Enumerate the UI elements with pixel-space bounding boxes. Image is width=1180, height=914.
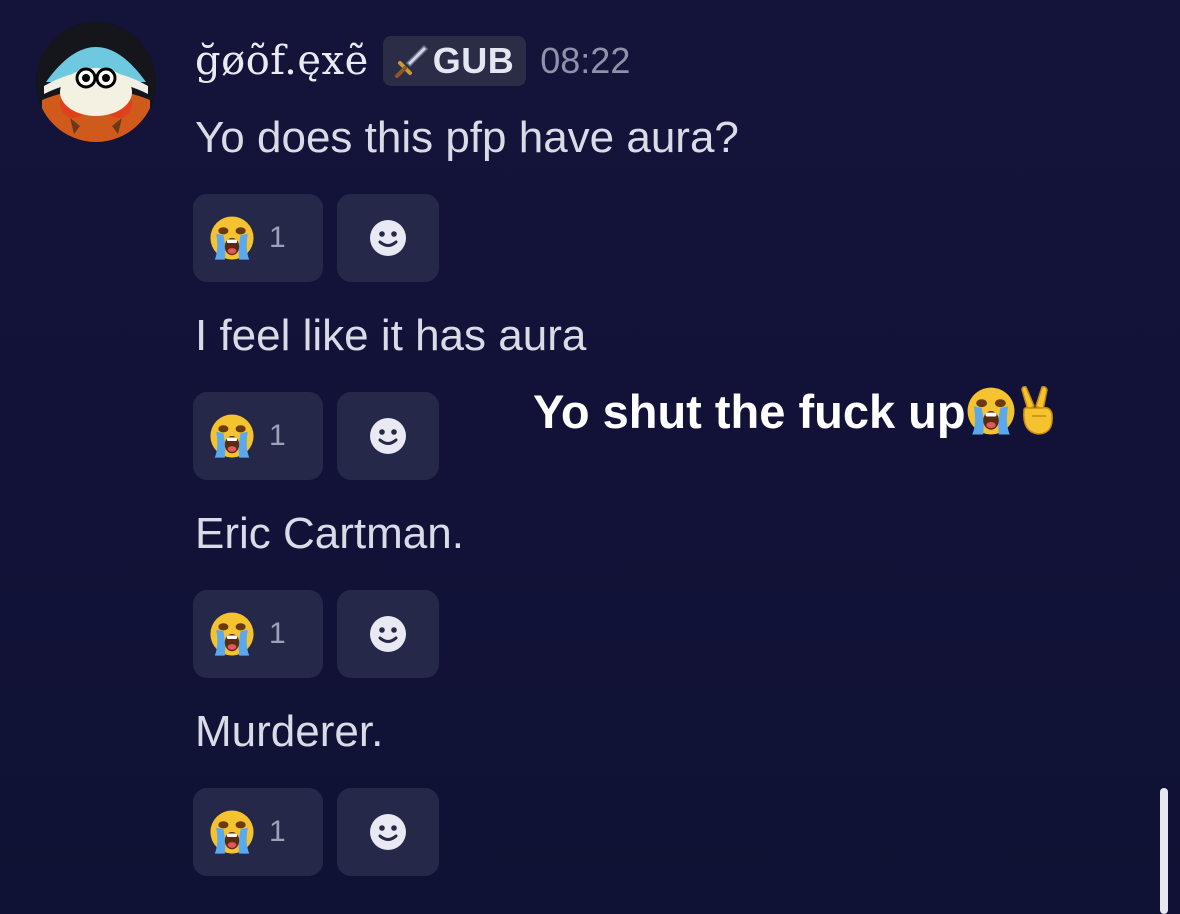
reaction-cry[interactable]: 1 <box>193 590 323 678</box>
timestamp: 08:22 <box>540 40 631 81</box>
smiley-icon <box>368 812 408 852</box>
loudly-crying-face-icon <box>209 413 255 459</box>
reaction-bar-4: 1 <box>193 788 439 876</box>
cartman-avatar-image <box>36 22 156 142</box>
guild-tag-label: GUB <box>432 40 515 81</box>
reaction-count: 1 <box>269 221 286 254</box>
loudly-crying-face-icon <box>209 809 255 855</box>
reaction-bar-1: 1 <box>193 194 439 282</box>
message-line-1: Yo does this pfp have aura? <box>195 113 739 162</box>
reaction-bar-2: 1 <box>193 392 439 480</box>
reaction-count: 1 <box>269 419 286 452</box>
reaction-cry[interactable]: 1 <box>193 392 323 480</box>
scrollbar[interactable] <box>1160 788 1168 914</box>
reaction-cry[interactable]: 1 <box>193 194 323 282</box>
reaction-count: 1 <box>269 617 286 650</box>
smiley-icon <box>368 614 408 654</box>
add-reaction-button[interactable] <box>337 392 439 480</box>
smiley-icon <box>368 416 408 456</box>
overlay-caption: Yo shut the fuck up <box>533 386 1060 436</box>
message-line-4: Murderer. <box>195 707 384 756</box>
add-reaction-button[interactable] <box>337 788 439 876</box>
add-reaction-button[interactable] <box>337 194 439 282</box>
loudly-crying-face-icon <box>209 611 255 657</box>
username[interactable]: ğøõf.ęxẽ <box>195 38 369 84</box>
guild-tag[interactable]: GUB <box>382 36 527 86</box>
avatar[interactable] <box>36 22 156 142</box>
message-line-3: Eric Cartman. <box>195 509 464 558</box>
message-header: ğøõf.ęxẽ GUB 08:22 <box>195 30 630 92</box>
message-line-2: I feel like it has aura <box>195 311 587 360</box>
reaction-cry[interactable]: 1 <box>193 788 323 876</box>
overlay-caption-text: Yo shut the fuck up <box>533 384 966 438</box>
reaction-count: 1 <box>269 815 286 848</box>
add-reaction-button[interactable] <box>337 590 439 678</box>
loudly-crying-face-icon <box>966 386 1016 436</box>
loudly-crying-face-icon <box>209 215 255 261</box>
victory-hand-icon <box>1020 386 1053 435</box>
smiley-icon <box>368 218 408 258</box>
reaction-bar-3: 1 <box>193 590 439 678</box>
sword-icon <box>394 44 428 78</box>
